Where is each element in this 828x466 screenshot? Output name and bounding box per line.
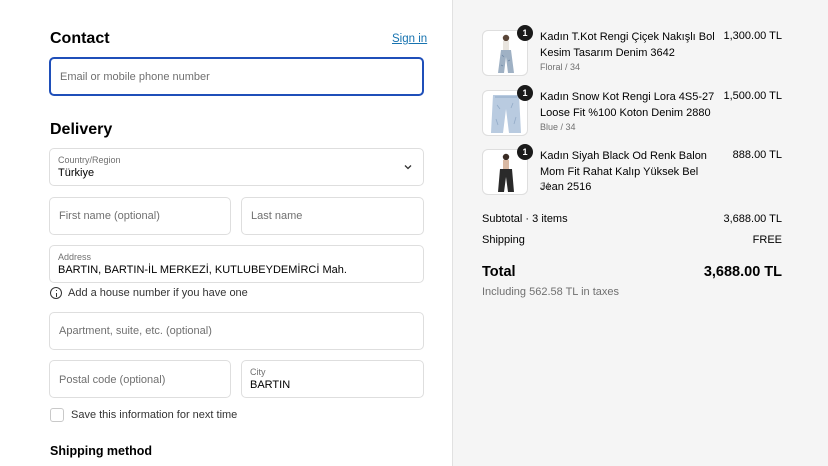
save-info-row[interactable]: Save this information for next time <box>50 408 237 422</box>
address-value: BARTIN, BARTIN-İL MERKEZİ, KUTLUBEYDEMİR… <box>58 264 347 276</box>
shipping-value: FREE <box>752 234 782 246</box>
subtotal-label: Subtotal · 3 items <box>482 213 568 225</box>
shipping-method-heading: Shipping method <box>50 444 153 458</box>
total-value: 3,688.00 TL <box>703 264 782 280</box>
quantity-badge: 1 <box>517 25 533 41</box>
save-info-checkbox[interactable] <box>50 408 64 422</box>
subtotal-row: Subtotal · 3 items 3,688.00 TL <box>482 213 782 225</box>
product-thumbnail: 1 <box>482 85 533 136</box>
last-name-field[interactable]: Last name <box>241 197 424 235</box>
info-icon <box>50 287 62 299</box>
address-hint: Add a house number if you have one <box>50 287 248 299</box>
delivery-heading: Delivery <box>50 121 113 138</box>
sign-in-link[interactable]: Sign in <box>392 33 427 45</box>
address-label: Address <box>58 252 92 262</box>
item-variant: Blue / 34 <box>540 122 576 132</box>
email-field[interactable]: Email or mobile phone number <box>49 57 424 96</box>
item-variant: Floral / 34 <box>540 62 581 72</box>
checkout-form-panel: Contact Sign in Email or mobile phone nu… <box>0 0 452 466</box>
product-thumbnail: 1 <box>482 25 533 76</box>
item-name: Kadın Snow Kot Rengi Lora 4S5-27 Loose F… <box>540 91 715 119</box>
country-value: Türkiye <box>58 167 95 179</box>
item-name: Kadın Siyah Black Od Renk Balon Mom Fit … <box>540 150 707 193</box>
city-field[interactable]: City BARTIN <box>241 360 424 398</box>
apartment-field[interactable]: Apartment, suite, etc. (optional) <box>49 312 424 350</box>
last-name-placeholder: Last name <box>251 210 303 222</box>
country-label: Country/Region <box>58 155 121 165</box>
postal-code-field[interactable]: Postal code (optional) <box>49 360 231 398</box>
taxes-note: Including 562.58 TL in taxes <box>482 286 619 298</box>
address-hint-text: Add a house number if you have one <box>68 287 248 299</box>
chevron-down-icon <box>404 165 412 170</box>
apartment-placeholder: Apartment, suite, etc. (optional) <box>59 325 212 337</box>
product-thumbnail: 1 <box>482 144 533 195</box>
contact-heading: Contact <box>50 30 110 47</box>
shipping-label: Shipping <box>482 234 525 246</box>
first-name-placeholder: First name (optional) <box>59 210 160 222</box>
order-item: 1 Kadın Snow Kot Rengi Lora 4S5-27 Loose… <box>482 85 782 138</box>
order-item: 1 Kadın Siyah Black Od Renk Balon Mom Fi… <box>482 144 782 197</box>
save-info-label: Save this information for next time <box>71 409 238 421</box>
quantity-badge: 1 <box>517 85 533 101</box>
item-price: 1,300.00 TL <box>723 30 782 42</box>
item-name: Kadın T.Kot Rengi Çiçek Nakışlı Bol Kesi… <box>540 31 715 59</box>
quantity-badge: 1 <box>517 144 533 160</box>
email-placeholder: Email or mobile phone number <box>60 71 210 83</box>
item-price: 1,500.00 TL <box>723 90 782 102</box>
total-label: Total <box>482 264 516 280</box>
order-item: 1 Kadın T.Kot Rengi Çiçek Nakışlı Bol Ke… <box>482 25 782 78</box>
postal-code-placeholder: Postal code (optional) <box>59 374 166 386</box>
item-variant: 34 <box>540 181 551 191</box>
country-select[interactable]: Country/Region Türkiye <box>49 148 424 186</box>
shipping-row: Shipping FREE <box>482 234 782 246</box>
first-name-field[interactable]: First name (optional) <box>49 197 231 235</box>
city-label: City <box>250 367 266 377</box>
subtotal-value: 3,688.00 TL <box>723 213 782 225</box>
city-value: BARTIN <box>250 379 291 391</box>
address-field[interactable]: Address BARTIN, BARTIN-İL MERKEZİ, KUTLU… <box>49 245 424 283</box>
item-price: 888.00 TL <box>732 149 782 161</box>
